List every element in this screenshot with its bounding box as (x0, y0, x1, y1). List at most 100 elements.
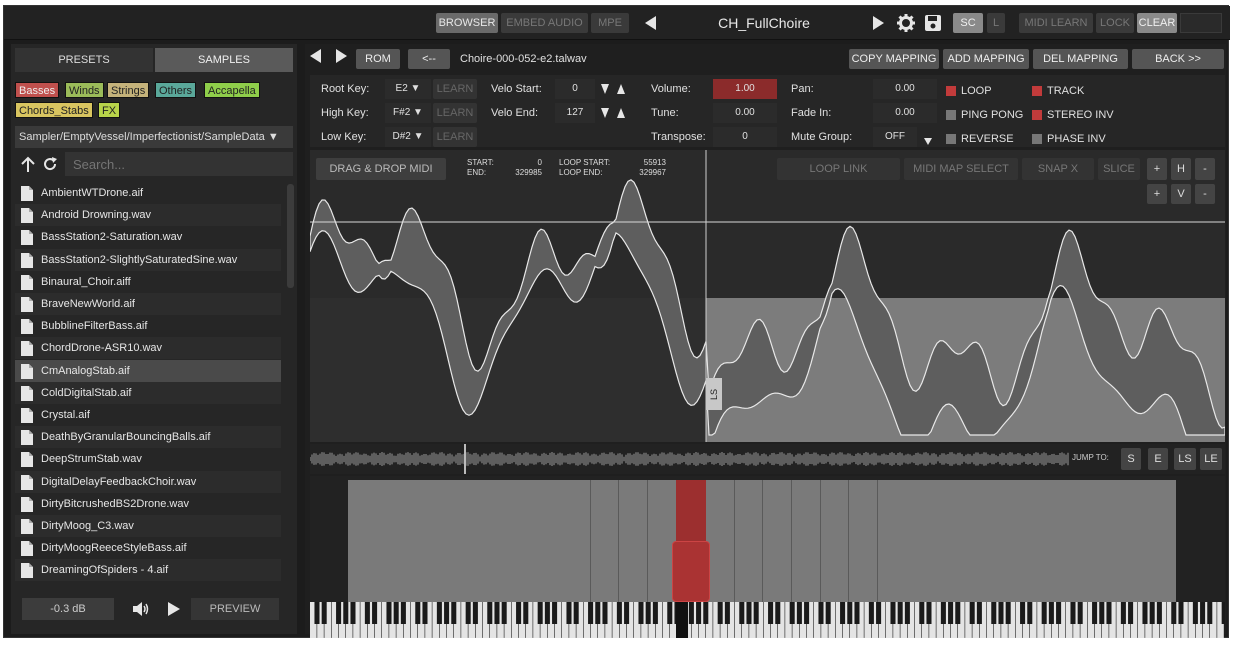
velo-end-field[interactable]: 127 (555, 103, 595, 123)
mute-group-dropdown-icon[interactable] (923, 133, 933, 145)
tab-samples[interactable]: SAMPLES (155, 48, 293, 72)
next-preset-icon[interactable] (868, 12, 888, 34)
list-item[interactable]: Binaural_Choir.aiff (15, 271, 281, 293)
category-strings[interactable]: Strings (107, 82, 150, 98)
list-item[interactable]: DirtyBitcrushedBS2Drone.wav (15, 493, 281, 515)
del-mapping-button[interactable]: DEL MAPPING (1033, 49, 1128, 69)
fade-in-field[interactable]: 0.00 (873, 103, 937, 123)
list-item[interactable]: BubblineFilterBass.aif (15, 315, 281, 337)
lock-button[interactable]: LOCK (1096, 13, 1134, 33)
category-winds[interactable]: Winds (65, 82, 104, 98)
category-fx[interactable]: FX (98, 102, 121, 118)
category-accapella[interactable]: Accapella (204, 82, 260, 98)
high-key-learn-button[interactable]: LEARN (433, 103, 477, 123)
loop-checkbox[interactable] (946, 86, 956, 96)
sc-button[interactable]: SC (953, 13, 983, 33)
list-item[interactable]: DirtyMoog_C3.wav (15, 515, 281, 537)
ping-pong-checkbox[interactable] (946, 110, 956, 120)
zoom-v-out-button[interactable]: - (1195, 184, 1215, 204)
refresh-icon[interactable] (41, 155, 59, 173)
add-mapping-button[interactable]: ADD MAPPING (943, 49, 1029, 69)
clear-button[interactable]: CLEAR (1137, 13, 1177, 33)
waveform-editor[interactable]: DRAG & DROP MIDI START: 0 END: 329985 LO… (309, 150, 1226, 442)
piano-keyboard[interactable] (310, 602, 1227, 638)
transpose-field[interactable]: 0 (713, 127, 777, 147)
up-arrow-icon[interactable] (19, 155, 37, 173)
preset-name[interactable]: CH_FullChoire (684, 13, 844, 33)
velo-end-stepper[interactable] (598, 106, 628, 120)
zoom-h-out-button[interactable]: - (1195, 158, 1215, 180)
mute-group-select[interactable]: OFF (873, 127, 917, 147)
embed-audio-button[interactable]: EMBED AUDIO (501, 13, 588, 33)
jump-start-button[interactable]: S (1121, 448, 1141, 470)
low-key-select[interactable]: D#2 ▼ (385, 127, 431, 147)
save-icon[interactable] (923, 12, 943, 34)
list-item[interactable]: DeathByGranularBouncingBalls.aif (15, 426, 281, 449)
copy-mapping-button[interactable]: COPY MAPPING (849, 49, 939, 69)
list-item[interactable]: DirtyMoogReeceStyleBass.aif (15, 537, 281, 559)
list-item[interactable]: BraveNewWorld.aif (15, 293, 281, 315)
key-mapping-area[interactable] (310, 476, 1225, 602)
list-item[interactable]: DreamingOfSpiders - 4.aif (15, 559, 281, 582)
slice-button[interactable]: SLICE (1098, 158, 1140, 180)
high-key-select[interactable]: F#2 ▼ (385, 103, 431, 123)
midi-map-select-button[interactable]: MIDI MAP SELECT (904, 158, 1018, 180)
velo-start-field[interactable]: 0 (555, 79, 595, 99)
back-arrow-button[interactable]: <-- (408, 49, 450, 69)
selected-zone-velocity[interactable] (672, 541, 710, 602)
speaker-icon[interactable] (131, 599, 151, 619)
category-chords-stabs[interactable]: Chords_Stabs (15, 102, 93, 118)
drag-drop-midi-button[interactable]: DRAG & DROP MIDI (316, 158, 446, 180)
mpe-button[interactable]: MPE (591, 13, 629, 33)
zoom-h-in-button[interactable]: + (1147, 158, 1167, 180)
rom-button[interactable]: ROM (356, 49, 400, 69)
browser-button[interactable]: BROWSER (436, 13, 498, 33)
keyboard-keys[interactable] (310, 602, 1227, 638)
preview-button[interactable]: PREVIEW (191, 598, 279, 620)
velo-start-stepper[interactable] (598, 82, 628, 96)
phase-inv-checkbox[interactable] (1032, 134, 1042, 144)
list-item[interactable]: Crystal.aif (15, 404, 281, 426)
l-button[interactable]: L (987, 13, 1005, 33)
category-others[interactable]: Others (155, 82, 197, 98)
loop-link-button[interactable]: LOOP LINK (777, 158, 900, 180)
loop-start-marker[interactable]: LS (706, 378, 722, 410)
jump-loop-start-button[interactable]: LS (1174, 448, 1196, 470)
tune-field[interactable]: 0.00 (713, 103, 777, 123)
search-input[interactable] (65, 152, 293, 176)
file-list-scrollbar[interactable] (287, 184, 294, 288)
category-basses[interactable]: Basses (15, 82, 60, 98)
pan-field[interactable]: 0.00 (873, 79, 937, 99)
volume-field[interactable]: -0.3 dB (22, 598, 114, 620)
midi-learn-button[interactable]: MIDI LEARN (1019, 13, 1093, 33)
next-sample-icon[interactable] (335, 49, 349, 65)
stereo-inv-checkbox[interactable] (1032, 110, 1042, 120)
tab-presets[interactable]: PRESETS (15, 48, 153, 72)
gear-icon[interactable] (896, 12, 916, 34)
snap-x-button[interactable]: SNAP X (1022, 158, 1094, 180)
list-item[interactable]: ChordDrone-ASR10.wav (15, 337, 281, 360)
jump-end-button[interactable]: E (1148, 448, 1168, 470)
list-item[interactable]: ColdDigitalStab.aif (15, 381, 281, 404)
prev-preset-icon[interactable] (641, 12, 661, 34)
list-item[interactable]: BassStation2-Saturation.wav (15, 226, 281, 248)
list-item[interactable]: Android Drowning.wav (15, 204, 281, 227)
zoom-v-in-button[interactable]: + (1147, 184, 1167, 204)
low-key-learn-button[interactable]: LEARN (433, 127, 477, 147)
reverse-checkbox[interactable] (946, 134, 956, 144)
play-icon[interactable] (167, 601, 183, 617)
waveform-overview[interactable]: JUMP TO: S E LS LE (309, 444, 1225, 474)
back-button[interactable]: BACK >> (1132, 49, 1224, 69)
root-key-select[interactable]: E2 ▼ (385, 79, 431, 99)
jump-loop-end-button[interactable]: LE (1200, 448, 1222, 470)
track-checkbox[interactable] (1032, 86, 1042, 96)
list-item[interactable]: DeepStrumStab.wav (15, 448, 281, 470)
volume-field[interactable]: 1.00 (713, 79, 777, 99)
folder-path-dropdown[interactable]: Sampler/EmptyVessel/Imperfectionist/Samp… (15, 126, 293, 148)
list-item[interactable]: DigitalDelayFeedbackChoir.wav (15, 470, 281, 493)
list-item[interactable]: BassStation2-SlightlySaturatedSine.wav (15, 248, 281, 271)
root-key-learn-button[interactable]: LEARN (433, 79, 477, 99)
list-item[interactable]: AmbientWTDrone.aif (15, 182, 281, 204)
waveform-display[interactable] (309, 150, 1226, 442)
list-item[interactable]: CmAnalogStab.aif (15, 359, 281, 382)
